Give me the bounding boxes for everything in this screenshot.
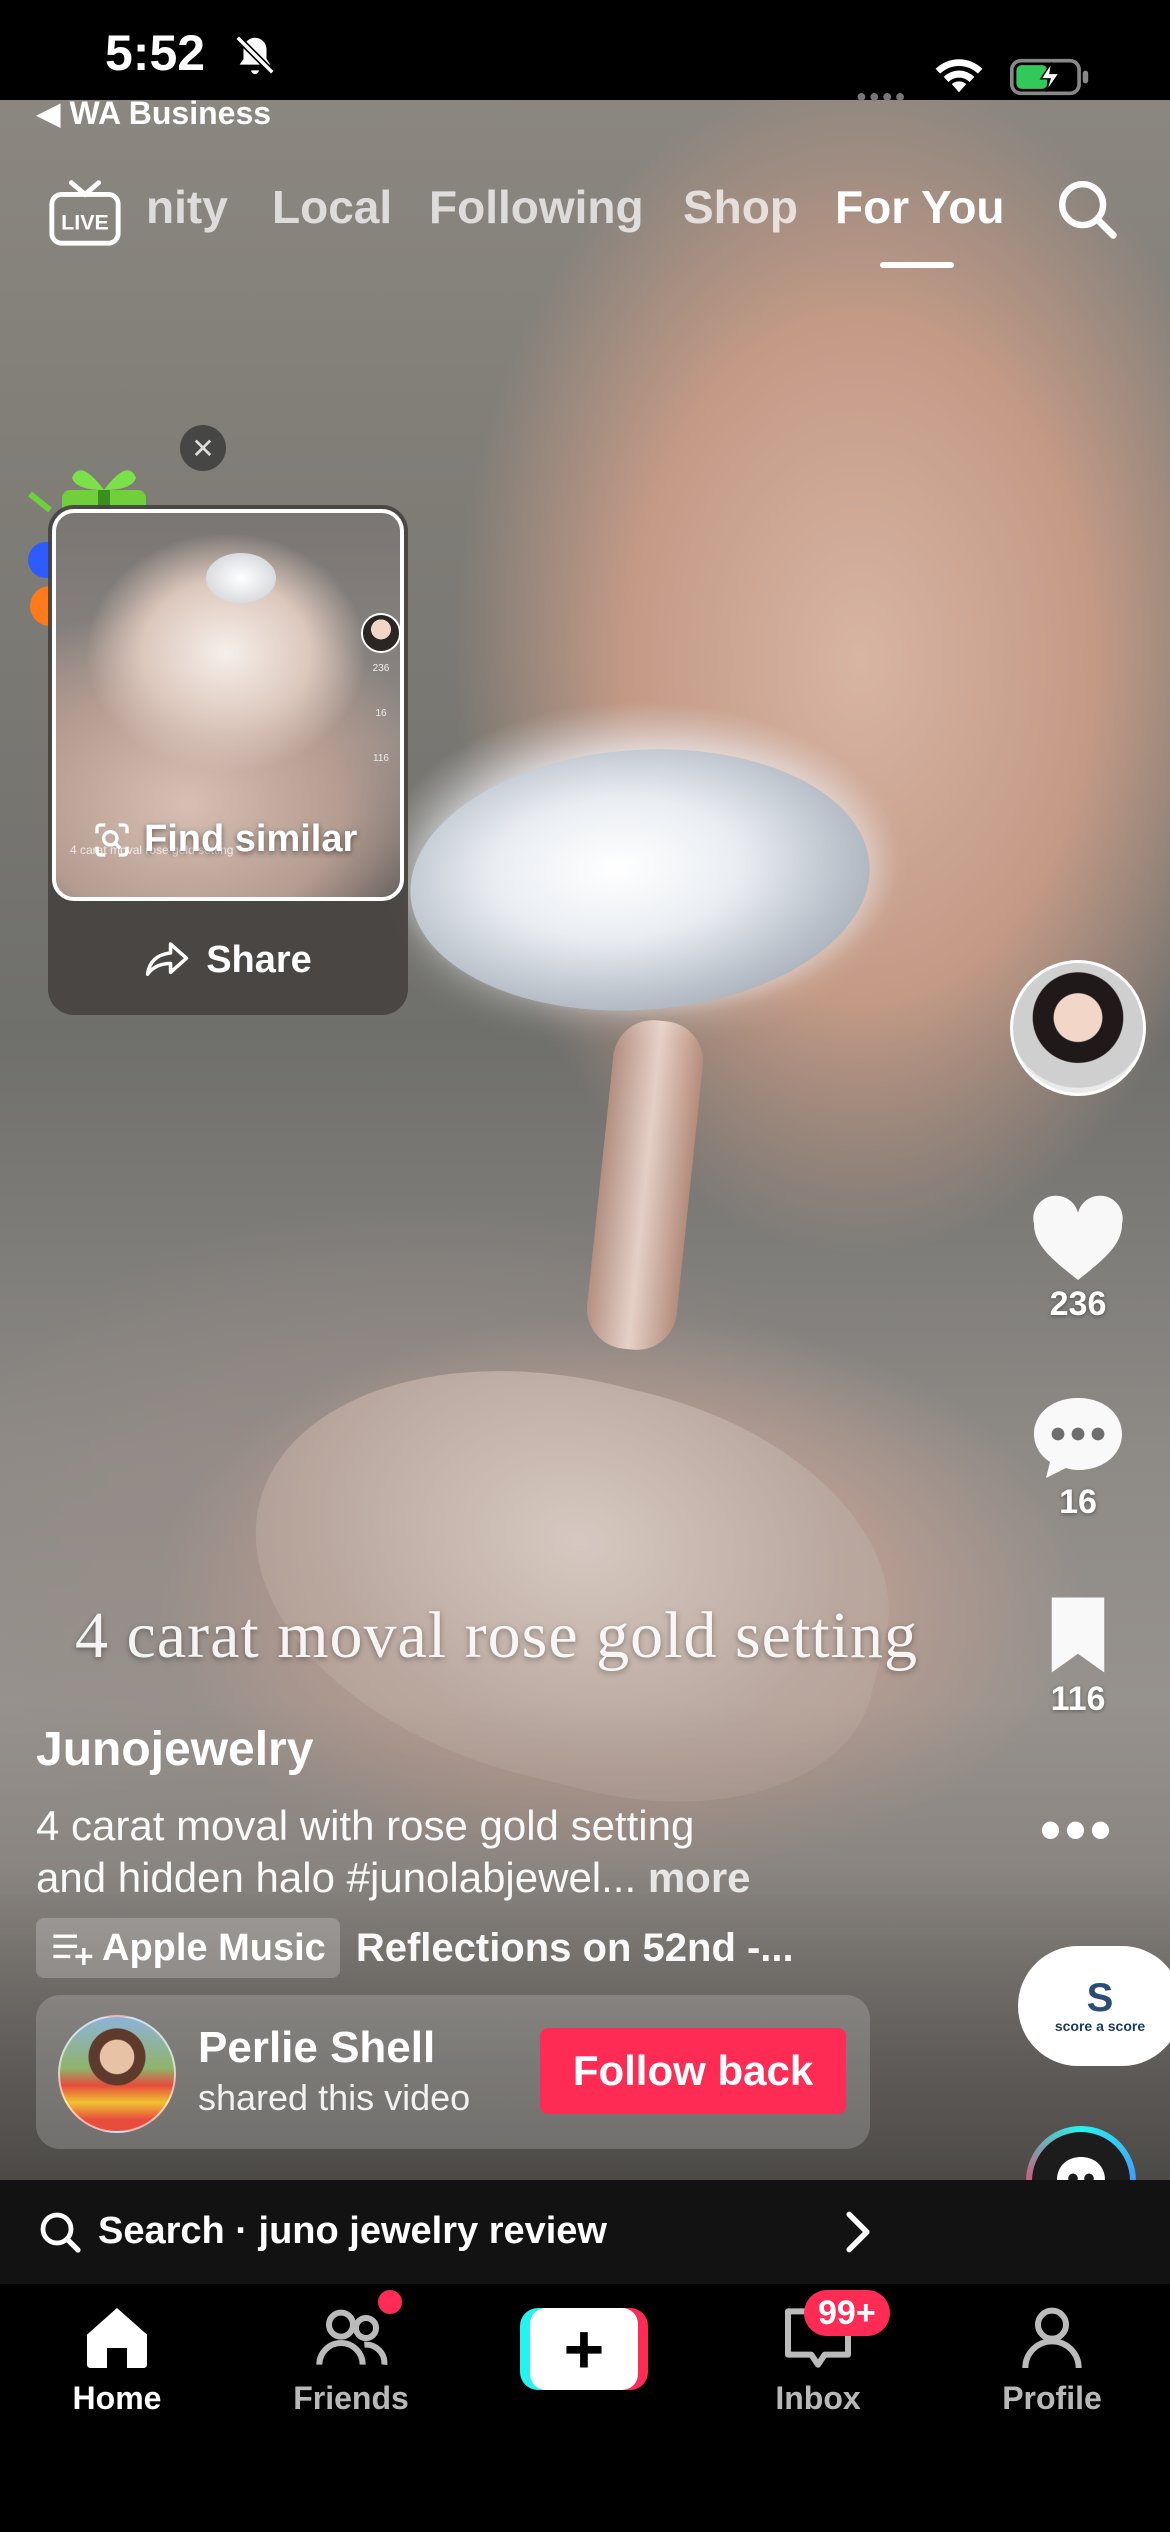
save-button[interactable]: 116	[1020, 1590, 1136, 1719]
like-button[interactable]: 236	[1020, 1195, 1136, 1324]
close-card-button[interactable]: ✕	[180, 425, 226, 471]
battery-charging-icon	[1010, 58, 1089, 96]
sound-label: score a score	[1054, 2018, 1146, 2034]
friends-notification-dot	[378, 2290, 402, 2314]
nav-home-label: Home	[72, 2380, 162, 2416]
nav-friends[interactable]: Friends	[251, 2298, 451, 2417]
comment-bubble-icon	[1034, 1398, 1122, 1478]
card-share-button[interactable]: Share	[48, 925, 408, 995]
tab-community[interactable]: nity	[146, 180, 228, 234]
shared-by-banner[interactable]: Perlie Shell shared this video Follow ba…	[36, 1995, 870, 2149]
inbox-badge: 99+	[804, 2290, 890, 2336]
thumb-like-count: 236	[372, 663, 390, 674]
apple-music-label: Apple Music	[102, 1926, 326, 1969]
related-search-bar[interactable]: Search · juno jewelry review	[0, 2180, 1170, 2284]
comment-button[interactable]: 16	[1020, 1393, 1136, 1522]
music-title[interactable]: Reflections on 52nd -...	[356, 1926, 794, 1971]
tab-for-you[interactable]: For You	[835, 180, 1005, 234]
find-similar-icon	[95, 822, 129, 857]
top-feed-nav: LIVE nity Local Following Shop For You	[0, 170, 1170, 280]
video-overlay-text: 4 carat moval rose gold setting	[75, 1599, 918, 1672]
thumb-ring-image	[206, 553, 276, 603]
thumb-comment-count: 16	[375, 708, 387, 719]
tab-following[interactable]: Following	[429, 180, 644, 234]
post-username[interactable]: Junojewelry	[36, 1722, 313, 1777]
apple-music-chip[interactable]: Apple Music	[36, 1918, 340, 1978]
related-search-text: Search · juno jewelry review	[98, 2210, 607, 2252]
like-count: 236	[1049, 1285, 1107, 1323]
music-row[interactable]: Apple Music Reflections on 52nd -...	[36, 1918, 794, 1978]
search-icon	[40, 2212, 81, 2253]
tab-shop[interactable]: Shop	[683, 180, 798, 234]
friends-icon	[316, 2309, 388, 2365]
active-tab-indicator	[880, 262, 954, 268]
find-similar-label: Find similar	[144, 818, 358, 860]
share-arrow-icon	[145, 942, 189, 976]
caption-more-link[interactable]: more	[648, 1854, 751, 1901]
sound-disc[interactable]: S score a score	[1018, 1946, 1170, 2066]
bookmark-icon	[1051, 1597, 1105, 1673]
live-tv-icon[interactable]: LIVE	[46, 170, 124, 250]
video-diamond	[401, 734, 879, 1026]
card-thumbnail[interactable]: 236 16 116 4 carat moval rose gold setti…	[52, 509, 404, 901]
caption-line-2: and hidden halo #junolabjewel... more	[36, 1852, 916, 1904]
sharer-name: Perlie Shell	[198, 2023, 436, 2072]
find-similar-button[interactable]: Find similar	[92, 818, 357, 861]
add-to-playlist-icon	[53, 1934, 93, 1965]
more-options-icon[interactable]: •••	[1040, 1800, 1115, 1860]
sharer-avatar[interactable]	[58, 2015, 176, 2133]
post-caption[interactable]: 4 carat moval with rose gold setting and…	[36, 1800, 916, 1904]
floating-video-card[interactable]: 236 16 116 4 carat moval rose gold setti…	[48, 505, 408, 1015]
heart-icon	[1033, 1195, 1123, 1280]
cellular-signal-icon: ●●●●	[856, 86, 908, 106]
comment-count: 16	[1059, 1483, 1097, 1521]
nav-profile[interactable]: Profile	[952, 2298, 1152, 2417]
follow-back-button[interactable]: Follow back	[540, 2028, 846, 2114]
video-ring-band	[582, 1016, 708, 1354]
chevron-right-icon	[846, 2211, 870, 2253]
thumb-avatar	[361, 613, 400, 653]
search-icon[interactable]	[1052, 174, 1122, 244]
nav-friends-label: Friends	[293, 2380, 409, 2416]
sound-logo-icon: S	[1086, 1976, 1114, 2020]
wifi-icon	[935, 59, 983, 93]
thumb-save-count: 116	[373, 753, 389, 764]
card-share-label: Share	[206, 938, 312, 981]
nav-profile-label: Profile	[1002, 2380, 1102, 2416]
shared-subtitle: shared this video	[198, 2077, 471, 2118]
create-post-button[interactable]: +	[520, 2308, 648, 2390]
home-icon	[87, 2308, 147, 2368]
status-bar: 5:52 ●●●●	[0, 0, 1170, 106]
plus-icon: +	[530, 2308, 638, 2390]
bell-off-icon	[235, 35, 275, 75]
profile-icon	[1022, 2307, 1082, 2369]
svg-text:LIVE: LIVE	[61, 211, 109, 235]
nav-inbox-label: Inbox	[775, 2380, 861, 2416]
save-count: 116	[1050, 1680, 1106, 1718]
creator-avatar[interactable]	[1010, 960, 1146, 1096]
status-time: 5:52	[105, 25, 206, 81]
tab-local[interactable]: Local	[272, 180, 392, 234]
caption-line-1: 4 carat moval with rose gold setting	[36, 1802, 695, 1849]
back-to-app-link[interactable]: ◀ WA Business	[36, 94, 271, 132]
caption-line-2-text: and hidden halo #junolabjewel...	[36, 1854, 637, 1901]
nav-home[interactable]: Home	[17, 2298, 217, 2417]
